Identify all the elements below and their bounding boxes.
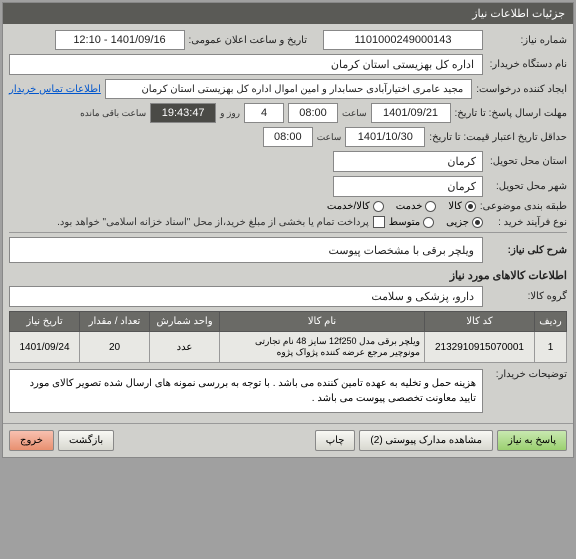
buyer-label: نام دستگاه خریدار: bbox=[487, 59, 567, 70]
cat-goods-label: کالا bbox=[448, 201, 462, 212]
cell-qty: 20 bbox=[80, 332, 150, 363]
buyer-note-label: توضیحات خریدار: bbox=[487, 369, 567, 380]
cell-unit: عدد bbox=[150, 332, 220, 363]
cat-label: طبقه بندی موضوعی: bbox=[480, 201, 567, 212]
deadline-time: 08:00 bbox=[288, 103, 338, 123]
buy-med-label: متوسط bbox=[389, 217, 420, 228]
radio-icon bbox=[423, 217, 434, 228]
time-word-1: ساعت bbox=[342, 108, 367, 119]
spacer bbox=[118, 430, 311, 451]
buy-small-label: جزیی bbox=[446, 217, 469, 228]
group-field: دارو، پزشکی و سلامت bbox=[9, 286, 483, 307]
th-qty: تعداد / مقدار bbox=[80, 312, 150, 332]
pay-note: پرداخت تمام یا بخشی از مبلغ خرید،از محل … bbox=[57, 217, 369, 228]
cat-service-label: خدمت bbox=[396, 201, 423, 212]
city-field: کرمان bbox=[333, 176, 483, 197]
valid-time: 08:00 bbox=[263, 127, 313, 147]
ann-dt-label: تاریخ و ساعت اعلان عمومی: bbox=[189, 35, 308, 46]
th-row: ردیف bbox=[535, 312, 567, 332]
back-button[interactable]: بازگشت bbox=[58, 430, 114, 451]
buy-type-group: جزیی متوسط bbox=[389, 217, 483, 228]
requester-label: ایجاد کننده درخواست: bbox=[476, 84, 567, 95]
th-name: نام کالا bbox=[220, 312, 425, 332]
radio-icon bbox=[425, 201, 436, 212]
buyer-note-box: هزینه حمل و تخلیه به عهده تامین کننده می… bbox=[9, 369, 483, 413]
remain-label: ساعت باقی مانده bbox=[80, 108, 146, 119]
contact-link[interactable]: اطلاعات تماس خریدار bbox=[9, 84, 101, 95]
cat-goods-radio[interactable]: کالا bbox=[448, 201, 476, 212]
buy-type-label: نوع فرآیند خرید : bbox=[487, 217, 567, 228]
loc-field: کرمان bbox=[333, 151, 483, 172]
group-label: گروه کالا: bbox=[487, 291, 567, 302]
ann-dt-field: 1401/09/16 - 12:10 bbox=[55, 30, 185, 50]
cat-both-label: کالا/خدمت bbox=[327, 201, 370, 212]
items-table: ردیف کد کالا نام کالا واحد شمارش تعداد /… bbox=[9, 311, 567, 363]
cell-code: 2132910915070001 bbox=[425, 332, 535, 363]
time-word-2: ساعت bbox=[317, 132, 342, 143]
buy-med-radio[interactable]: متوسط bbox=[389, 217, 434, 228]
radio-icon bbox=[465, 201, 476, 212]
loc-label: استان محل تحویل: bbox=[487, 156, 567, 167]
cell-date: 1401/09/24 bbox=[10, 332, 80, 363]
th-unit: واحد شمارش bbox=[150, 312, 220, 332]
need-no-field: 1101000249000143 bbox=[323, 30, 483, 50]
valid-date: 1401/10/30 bbox=[345, 127, 425, 147]
days-field: 4 bbox=[244, 103, 284, 123]
cell-row: 1 bbox=[535, 332, 567, 363]
cell-name: ویلچر برقی مدل 12f250 سایز 48 نام تجارتی… bbox=[220, 332, 425, 363]
buyer-field: اداره کل بهزیستی استان کرمان bbox=[9, 54, 483, 75]
panel-body: شماره نیاز: 1101000249000143 تاریخ و ساع… bbox=[3, 24, 573, 423]
radio-icon bbox=[373, 201, 384, 212]
cat-radio-group: کالا خدمت کالا/خدمت bbox=[327, 201, 476, 212]
deadline-date: 1401/09/21 bbox=[371, 103, 451, 123]
panel-title: جزئیات اطلاعات نیاز bbox=[3, 3, 573, 24]
cat-service-radio[interactable]: خدمت bbox=[396, 201, 437, 212]
print-button[interactable]: چاپ bbox=[315, 430, 356, 451]
requester-field: مجید عامری اختیارآبادی حسابدار و امین ام… bbox=[105, 79, 472, 99]
day-and: روز و bbox=[220, 108, 240, 119]
countdown: 19:43:47 bbox=[150, 103, 216, 123]
reply-button[interactable]: پاسخ به نیاز bbox=[497, 430, 567, 451]
valid-label: حداقل تاریخ اعتبار قیمت: تا تاریخ: bbox=[429, 132, 567, 143]
table-row: 1 2132910915070001 ویلچر برقی مدل 12f250… bbox=[10, 332, 567, 363]
need-no-label: شماره نیاز: bbox=[487, 35, 567, 46]
city-label: شهر محل تحویل: bbox=[487, 181, 567, 192]
cat-both-radio[interactable]: کالا/خدمت bbox=[327, 201, 384, 212]
details-panel: جزئیات اطلاعات نیاز شماره نیاز: 11010002… bbox=[2, 2, 574, 458]
radio-icon bbox=[472, 217, 483, 228]
exit-button[interactable]: خروج bbox=[9, 430, 54, 451]
table-header-row: ردیف کد کالا نام کالا واحد شمارش تعداد /… bbox=[10, 312, 567, 332]
need-title-field: ویلچر برقی با مشخصات پیوست bbox=[9, 237, 483, 263]
items-section-title: اطلاعات کالاهای مورد نیاز bbox=[9, 269, 567, 282]
buy-small-radio[interactable]: جزیی bbox=[446, 217, 483, 228]
pay-checkbox[interactable] bbox=[373, 216, 385, 228]
need-title-label: شرح کلی نیاز: bbox=[487, 245, 567, 256]
th-date: تاریخ نیاز bbox=[10, 312, 80, 332]
th-code: کد کالا bbox=[425, 312, 535, 332]
button-row: پاسخ به نیاز مشاهده مدارک پیوستی (2) چاپ… bbox=[3, 423, 573, 457]
divider bbox=[9, 232, 567, 233]
deadline-label: مهلت ارسال پاسخ: تا تاریخ: bbox=[455, 108, 567, 119]
attachments-button[interactable]: مشاهده مدارک پیوستی (2) bbox=[359, 430, 493, 451]
